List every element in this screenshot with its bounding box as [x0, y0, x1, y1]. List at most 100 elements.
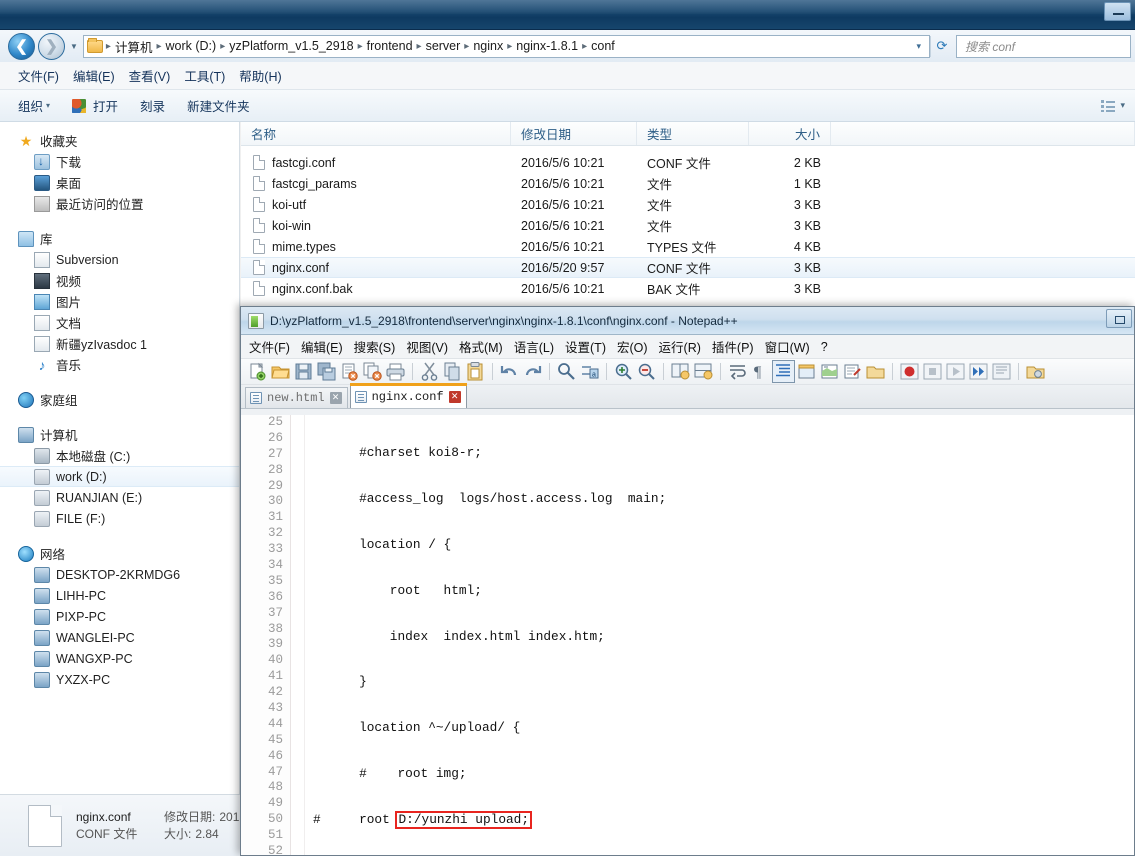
- nav-item-downloads[interactable]: 下载: [0, 151, 239, 172]
- find-icon[interactable]: [556, 361, 577, 382]
- open-file-icon[interactable]: [270, 361, 291, 382]
- organize-button[interactable]: 组织 ▾: [18, 96, 50, 115]
- menu-view[interactable]: 查看(V): [129, 66, 171, 85]
- new-folder-button[interactable]: 新建文件夹: [187, 96, 250, 115]
- record-macro-icon[interactable]: [899, 361, 920, 382]
- nav-group-network[interactable]: 网络: [0, 543, 239, 564]
- forward-button[interactable]: ❯: [38, 32, 65, 60]
- change-view-button[interactable]: ▾: [1101, 99, 1125, 112]
- save-icon[interactable]: [293, 361, 314, 382]
- breadcrumb-item-4[interactable]: server: [423, 39, 464, 53]
- folder-workspace-icon[interactable]: [865, 361, 886, 382]
- document-map-icon[interactable]: [819, 361, 840, 382]
- nav-item-videos[interactable]: 视频: [0, 270, 239, 291]
- notepadpp-tab-bar[interactable]: new.html ✕ nginx.conf ✕: [241, 383, 1134, 409]
- npp-menu-format[interactable]: 格式(M): [459, 337, 503, 356]
- close-all-icon[interactable]: [362, 361, 383, 382]
- indent-guide-icon[interactable]: [772, 360, 795, 383]
- nav-item-file-f[interactable]: FILE (F:): [0, 508, 239, 529]
- breadcrumb-item-7[interactable]: conf: [588, 39, 618, 53]
- show-all-chars-icon[interactable]: ¶: [750, 361, 771, 382]
- npp-menu-file[interactable]: 文件(F): [249, 337, 290, 356]
- tab-new-html[interactable]: new.html ✕: [245, 387, 348, 408]
- close-icon[interactable]: ✕: [448, 391, 461, 403]
- word-wrap-icon[interactable]: [727, 361, 748, 382]
- npp-menu-run[interactable]: 运行(R): [659, 337, 701, 356]
- paste-icon[interactable]: [465, 361, 486, 382]
- fast-playback-icon[interactable]: [968, 361, 989, 382]
- sync-vertical-icon[interactable]: [670, 361, 691, 382]
- breadcrumb-item-1[interactable]: work (D:): [163, 39, 220, 53]
- table-row[interactable]: fastcgi_params 2016/5/6 10:21 文件 1 KB: [241, 173, 1135, 194]
- save-all-icon[interactable]: [316, 361, 337, 382]
- npp-menu-help[interactable]: ?: [821, 340, 828, 354]
- zoom-in-icon[interactable]: [613, 361, 634, 382]
- breadcrumb-item-2[interactable]: yzPlatform_v1.5_2918: [226, 39, 356, 53]
- nav-item-pictures[interactable]: 图片: [0, 291, 239, 312]
- zoom-out-icon[interactable]: [636, 361, 657, 382]
- undo-icon[interactable]: [499, 361, 520, 382]
- back-button[interactable]: ❮: [8, 32, 35, 60]
- menu-tools[interactable]: 工具(T): [184, 66, 225, 85]
- nav-group-computer[interactable]: 计算机: [0, 424, 239, 445]
- restore-button[interactable]: [1106, 309, 1132, 328]
- refresh-button[interactable]: ⟳: [930, 35, 953, 57]
- column-header-type[interactable]: 类型: [637, 122, 749, 145]
- breadcrumb-item-5[interactable]: nginx: [470, 39, 506, 53]
- nav-item-desktop-2krmdg6[interactable]: DESKTOP-2KRMDG6: [0, 564, 239, 585]
- table-row[interactable]: nginx.conf.bak 2016/5/6 10:21 BAK 文件 3 K…: [241, 278, 1135, 299]
- nav-item-recent-places[interactable]: 最近访问的位置: [0, 193, 239, 214]
- print-icon[interactable]: [385, 361, 406, 382]
- column-header-size[interactable]: 大小: [749, 122, 831, 145]
- new-file-icon[interactable]: [247, 361, 268, 382]
- address-bar[interactable]: ▸ 计算机 ▸ work (D:) ▸ yzPlatform_v1.5_2918…: [82, 34, 930, 58]
- nav-group-favorites[interactable]: ★ 收藏夹: [0, 130, 239, 151]
- menu-edit[interactable]: 编辑(E): [73, 66, 115, 85]
- search-input[interactable]: 搜索 conf: [956, 34, 1131, 58]
- close-file-icon[interactable]: [339, 361, 360, 382]
- recent-locations-dropdown[interactable]: ▼: [70, 42, 78, 51]
- nav-item-pixp-pc[interactable]: PIXP-PC: [0, 606, 239, 627]
- nav-item-subversion[interactable]: Subversion: [0, 249, 239, 270]
- code-editor[interactable]: 25 26 27 28 29 30 31 32 33 34 35 36 37 3…: [241, 415, 1134, 855]
- minimize-button[interactable]: [1104, 2, 1131, 21]
- npp-menu-window[interactable]: 窗口(W): [765, 337, 810, 356]
- table-row[interactable]: koi-win 2016/5/6 10:21 文件 3 KB: [241, 215, 1135, 236]
- user-language-icon[interactable]: [796, 361, 817, 382]
- npp-menu-language[interactable]: 语言(L): [514, 337, 554, 356]
- burn-button[interactable]: 刻录: [140, 96, 165, 115]
- nav-item-work-d[interactable]: work (D:): [0, 466, 239, 487]
- nav-item-music[interactable]: ♪ 音乐: [0, 354, 239, 375]
- breadcrumb-item-0[interactable]: 计算机: [112, 37, 156, 56]
- npp-menu-plugins[interactable]: 插件(P): [712, 337, 754, 356]
- nav-item-desktop[interactable]: 桌面: [0, 172, 239, 193]
- redo-icon[interactable]: [522, 361, 543, 382]
- replace-icon[interactable]: a: [579, 361, 600, 382]
- nav-item-lihh-pc[interactable]: LIHH-PC: [0, 585, 239, 606]
- menu-file[interactable]: 文件(F): [18, 66, 59, 85]
- open-folder-explorer-icon[interactable]: [1025, 361, 1046, 382]
- table-row[interactable]: mime.types 2016/5/6 10:21 TYPES 文件 4 KB: [241, 236, 1135, 257]
- function-list-icon[interactable]: [842, 361, 863, 382]
- table-row[interactable]: koi-utf 2016/5/6 10:21 文件 3 KB: [241, 194, 1135, 215]
- code-folding-column[interactable]: [291, 415, 305, 855]
- nav-group-libraries[interactable]: 库: [0, 228, 239, 249]
- nav-group-homegroup[interactable]: 家庭组: [0, 389, 239, 410]
- npp-menu-edit[interactable]: 编辑(E): [301, 337, 343, 356]
- breadcrumb-item-6[interactable]: nginx-1.8.1: [513, 39, 581, 53]
- tab-nginx-conf[interactable]: nginx.conf ✕: [349, 383, 467, 408]
- navigation-pane[interactable]: ★ 收藏夹 下载 桌面 最近访问的位置 库 Subversion 视频: [0, 122, 240, 794]
- play-macro-icon[interactable]: [945, 361, 966, 382]
- code-text-area[interactable]: #charset koi8-r; #access_log logs/host.a…: [305, 415, 1134, 855]
- table-row[interactable]: fastcgi.conf 2016/5/6 10:21 CONF 文件 2 KB: [241, 152, 1135, 173]
- npp-menu-settings[interactable]: 设置(T): [565, 337, 606, 356]
- nav-item-wanglei-pc[interactable]: WANGLEI-PC: [0, 627, 239, 648]
- nav-item-wangxp-pc[interactable]: WANGXP-PC: [0, 648, 239, 669]
- npp-menu-macro[interactable]: 宏(O): [617, 337, 648, 356]
- menu-help[interactable]: 帮助(H): [239, 66, 281, 85]
- nav-item-local-disk-c[interactable]: 本地磁盘 (C:): [0, 445, 239, 466]
- stop-macro-icon[interactable]: [922, 361, 943, 382]
- cut-icon[interactable]: [419, 361, 440, 382]
- column-header-name[interactable]: 名称: [241, 122, 511, 145]
- npp-menu-view[interactable]: 视图(V): [406, 337, 448, 356]
